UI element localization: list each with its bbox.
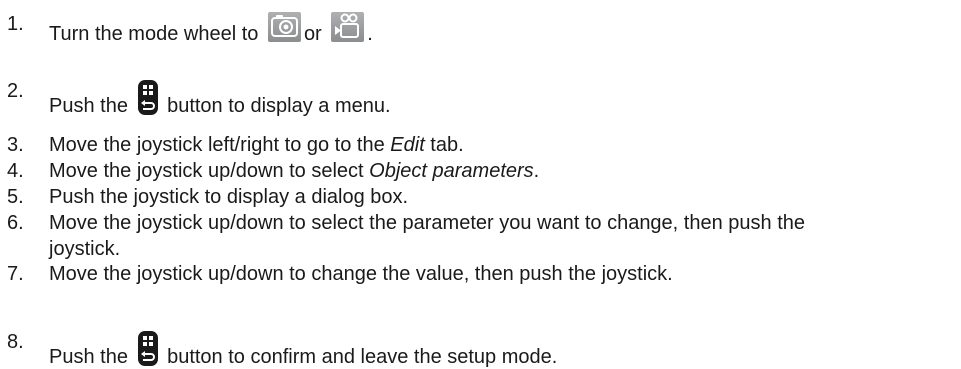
menu-back-button-icon [137, 330, 159, 367]
step-text-segment: . [367, 23, 373, 45]
menu-item-name: Object parameters [369, 160, 534, 182]
step-text-segment: Turn the mode wheel to [49, 23, 264, 45]
step-text-segment: button to display a menu. [161, 95, 391, 117]
step-number: 6. [7, 212, 24, 234]
step-text-segment: Move the joystick up/down to select [49, 160, 370, 182]
menu-back-button-icon [137, 79, 159, 116]
tab-name: Edit [390, 134, 425, 156]
step-text-segment: Push the [49, 95, 134, 117]
step-number: 4. [7, 160, 24, 182]
step-number: 7. [7, 263, 24, 285]
step-number: 3. [7, 134, 24, 156]
step-text-segment: Push the [49, 346, 134, 368]
camera-photo-mode-icon [267, 12, 301, 42]
step-text: Move the joystick left/right to go to th… [49, 133, 464, 157]
step-text: Turn the mode wheel to or . [49, 12, 373, 46]
step-text: Push the joystick to display a dialog bo… [49, 186, 409, 208]
step-number: 2. [7, 80, 24, 102]
step-number: 8. [7, 331, 24, 353]
step-text: Move the joystick up/down to change the … [49, 263, 673, 285]
step-text: Move the joystick up/down to select Obje… [49, 159, 539, 183]
step-text-segment: or [303, 23, 328, 45]
video-camera-mode-icon [331, 12, 365, 42]
step-number: 1. [7, 13, 24, 35]
step-text-segment: button to confirm and leave the setup mo… [161, 346, 558, 368]
step-number: 5. [7, 186, 24, 208]
step-text: Move the joystick up/down to select the … [49, 212, 806, 234]
step-text-segment: tab. [424, 134, 464, 156]
step-text: Push the button to display a menu. [49, 79, 391, 118]
step-text-segment: Move the joystick left/right to go to th… [49, 134, 391, 156]
step-text-segment: . [533, 160, 540, 182]
step-text: Push the button to confirm and leave the… [49, 330, 557, 369]
step-6-continuation: joystick. [49, 238, 121, 260]
